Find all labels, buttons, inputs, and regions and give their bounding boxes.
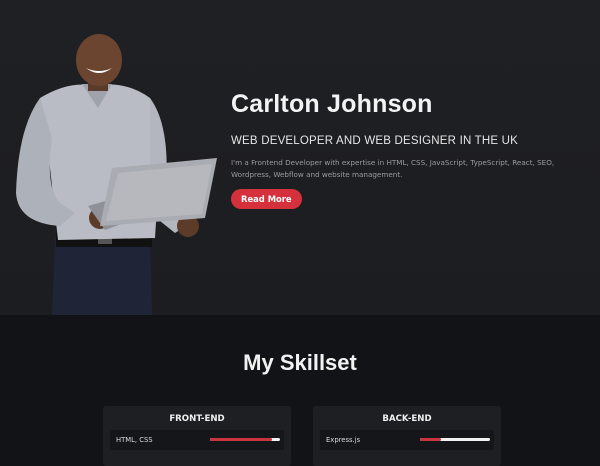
skill-card-frontend: FRONT-END HTML, CSS xyxy=(103,406,291,466)
skill-label: Express.js xyxy=(326,436,361,444)
skill-progress-fill xyxy=(210,438,272,441)
skill-card-backend: BACK-END Express.js xyxy=(313,406,501,466)
skill-row: HTML, CSS xyxy=(110,430,284,450)
skill-progress-bar xyxy=(210,438,280,441)
page-title: Carlton Johnson xyxy=(231,90,433,118)
hero-text: Carlton Johnson WEB DEVELOPER AND WEB DE… xyxy=(231,90,596,209)
hero-section: Carlton Johnson WEB DEVELOPER AND WEB DE… xyxy=(0,0,600,315)
skill-card-heading: BACK-END xyxy=(382,414,432,424)
skills-section: My Skillset FRONT-END HTML, CSS BACK-END… xyxy=(0,315,600,466)
skill-progress-bar xyxy=(420,438,490,441)
skill-row: Express.js xyxy=(320,430,494,450)
skill-progress-fill xyxy=(420,438,441,441)
read-more-button[interactable]: Read More xyxy=(231,189,302,209)
profile-photo xyxy=(16,34,217,315)
skill-card-heading: FRONT-END xyxy=(169,414,225,424)
hero-description: I'm a Frontend Developer with expertise … xyxy=(231,158,555,179)
skill-label: HTML, CSS xyxy=(116,436,153,444)
hero-subtitle: WEB DEVELOPER AND WEB DESIGNER IN THE UK xyxy=(231,135,519,147)
skills-title: My Skillset xyxy=(243,350,357,375)
